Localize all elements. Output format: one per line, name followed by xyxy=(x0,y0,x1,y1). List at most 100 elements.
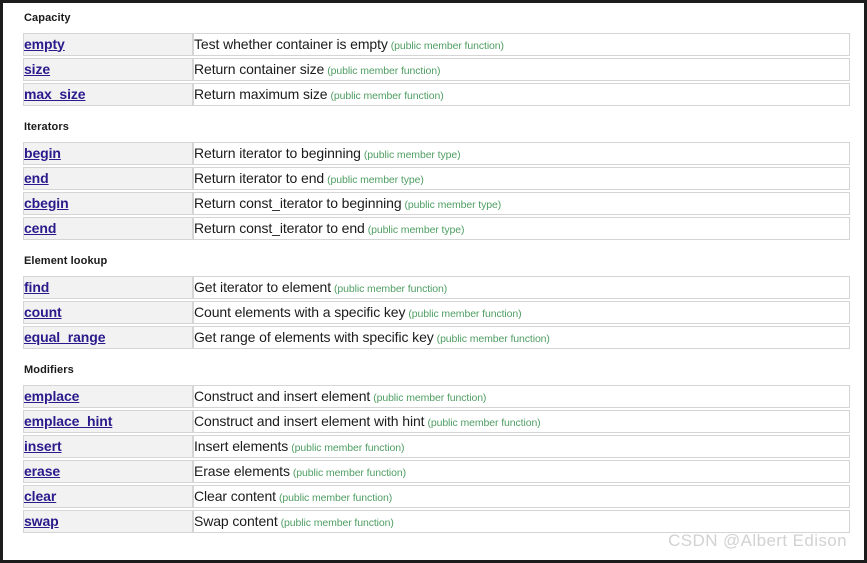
member-description: Count elements with a specific key xyxy=(194,303,406,320)
member-description: Return const_iterator to end xyxy=(194,219,365,236)
sections-container: Capacity empty Test whether container is e… xyxy=(23,12,864,535)
member-kind-label: (public member function) xyxy=(292,466,407,479)
member-link[interactable]: emplace_hint xyxy=(24,413,112,429)
member-name-cell[interactable]: size xyxy=(23,58,193,81)
table-row: empty Test whether container is empty (pub… xyxy=(23,33,850,56)
member-description: Construct and insert element with hint xyxy=(194,412,425,429)
table-row: cbegin Return const_iterator to beginning… xyxy=(23,192,850,215)
member-description: Get range of elements with specific key xyxy=(194,328,434,345)
member-link[interactable]: empty xyxy=(24,36,65,52)
member-name-cell[interactable]: end xyxy=(23,167,193,190)
member-table: begin Return iterator to beginning (public… xyxy=(23,140,850,242)
member-description: Get iterator to element xyxy=(194,278,331,295)
member-description-cell: Return maximum size (public member functi… xyxy=(193,83,850,106)
member-description-cell: Return const_iterator to beginning (publi… xyxy=(193,192,850,215)
member-description: Return iterator to beginning xyxy=(194,144,361,161)
member-table: empty Test whether container is empty (pub… xyxy=(23,31,850,108)
member-kind-label: (public member function) xyxy=(330,89,444,102)
member-link[interactable]: end xyxy=(24,170,49,186)
member-name-cell[interactable]: begin xyxy=(23,142,193,165)
table-row: count Count elements with a specific key(… xyxy=(23,301,850,324)
member-kind-label: (public member function) xyxy=(373,391,487,404)
table-row: begin Return iterator to beginning (public… xyxy=(23,142,850,165)
member-description-cell: Return iterator to beginning (public memb… xyxy=(193,142,850,165)
member-kind-label: (public member type) xyxy=(404,198,502,211)
table-row: emplace_hint Construct and insert element… xyxy=(23,410,850,433)
member-link[interactable]: erase xyxy=(24,463,60,479)
member-kind-label: (public member function) xyxy=(280,516,394,529)
member-link[interactable]: cbegin xyxy=(24,195,69,211)
section-heading: Modifiers xyxy=(24,364,74,376)
member-link[interactable]: size xyxy=(24,61,50,77)
member-description: Insert elements xyxy=(194,437,289,454)
section-heading: Iterators xyxy=(24,121,69,133)
member-link[interactable]: swap xyxy=(24,513,59,529)
section-heading: Capacity xyxy=(24,12,71,24)
member-description: Construct and insert element xyxy=(194,387,371,404)
member-description-cell: Return container size (public member func… xyxy=(193,58,850,81)
table-row: max_size Return maximum size (public membe… xyxy=(23,83,850,106)
member-description-cell: Return const_iterator to end (public memb… xyxy=(193,217,850,240)
table-row: emplace Construct and insert element (publ… xyxy=(23,385,850,408)
member-name-cell[interactable]: max_size xyxy=(23,83,193,106)
member-description: Return const_iterator to beginning xyxy=(194,194,402,211)
section-capacity: Capacity empty Test whether container is e… xyxy=(23,12,864,108)
member-description-cell: Erase elements (public member function) xyxy=(193,460,850,483)
member-description: Return maximum size xyxy=(194,85,328,102)
member-kind-label: (public member function) xyxy=(427,416,541,429)
table-row: find Get iterator to element (public membe… xyxy=(23,276,850,299)
member-description-cell: Construct and insert element with hint (p… xyxy=(193,410,850,433)
member-link[interactable]: cend xyxy=(24,220,56,236)
member-description: Clear content xyxy=(194,487,276,504)
member-kind-label: (public member type) xyxy=(363,148,461,161)
member-kind-label: (public member function) xyxy=(334,282,448,295)
member-link[interactable]: equal_range xyxy=(24,329,105,345)
member-description: Return iterator to end xyxy=(194,169,325,186)
member-kind-label: (public member function) xyxy=(408,307,522,320)
member-description-cell: Construct and insert element (public memb… xyxy=(193,385,850,408)
member-description: Swap content xyxy=(194,512,278,529)
member-name-cell[interactable]: cbegin xyxy=(23,192,193,215)
section-iterators: Iterators begin Return iterator to beginni… xyxy=(23,121,864,242)
reference-page: Capacity empty Test whether container is e… xyxy=(3,3,864,560)
member-kind-label: (public member type) xyxy=(327,173,424,186)
member-name-cell[interactable]: count xyxy=(23,301,193,324)
member-description: Return container size xyxy=(194,60,325,77)
member-link[interactable]: clear xyxy=(24,488,56,504)
member-name-cell[interactable]: insert xyxy=(23,435,193,458)
member-description-cell: Count elements with a specific key (publi… xyxy=(193,301,850,324)
member-link[interactable]: insert xyxy=(24,438,62,454)
table-row: insert Insert elements (public member func… xyxy=(23,435,850,458)
member-kind-label: (public member function) xyxy=(327,64,441,77)
member-name-cell[interactable]: clear xyxy=(23,485,193,508)
member-name-cell[interactable]: erase xyxy=(23,460,193,483)
member-description-cell: Get range of elements with specific key(… xyxy=(193,326,850,349)
member-table: emplace Construct and insert element (publ… xyxy=(23,383,850,535)
member-link[interactable]: max_size xyxy=(24,86,86,102)
member-name-cell[interactable]: emplace xyxy=(23,385,193,408)
member-name-cell[interactable]: emplace_hint xyxy=(23,410,193,433)
table-row: clear Clear content (public member functio… xyxy=(23,485,850,508)
member-name-cell[interactable]: cend xyxy=(23,217,193,240)
member-link[interactable]: emplace xyxy=(24,388,79,404)
member-description-cell: Clear content (public member function) xyxy=(193,485,850,508)
table-row: end Return iterator to end (public member … xyxy=(23,167,850,190)
member-description-cell: Get iterator to element (public member fu… xyxy=(193,276,850,299)
member-name-cell[interactable]: equal_range xyxy=(23,326,193,349)
member-name-cell[interactable]: find xyxy=(23,276,193,299)
section-element-lookup: Element lookup find Get iterator to elemen… xyxy=(23,255,864,351)
member-description-cell: Insert elements (public member function) xyxy=(193,435,850,458)
member-link[interactable]: count xyxy=(24,304,62,320)
member-name-cell[interactable]: empty xyxy=(23,33,193,56)
member-kind-label: (public member function) xyxy=(278,491,393,504)
member-description-cell: Return iterator to end (public member typ… xyxy=(193,167,850,190)
member-name-cell[interactable]: swap xyxy=(23,510,193,533)
section-modifiers: Modifiers emplace Construct and insert ele… xyxy=(23,364,864,535)
section-heading: Element lookup xyxy=(24,255,108,267)
member-link[interactable]: find xyxy=(24,279,49,295)
member-link[interactable]: begin xyxy=(24,145,61,161)
member-table: find Get iterator to element (public membe… xyxy=(23,274,850,351)
table-row: erase Erase elements (public member functi… xyxy=(23,460,850,483)
member-kind-label: (public member function) xyxy=(436,332,550,345)
member-description: Test whether container is empty xyxy=(194,35,388,52)
